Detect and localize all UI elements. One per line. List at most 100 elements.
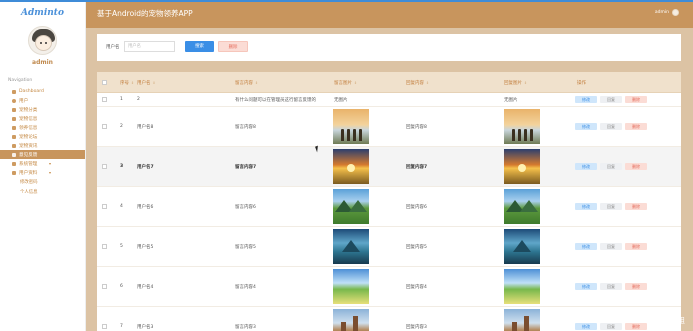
sidebar-item-system[interactable]: 系统管理 ▾	[0, 159, 85, 168]
cell-username: 2	[137, 97, 140, 102]
user-menu[interactable]: admin	[655, 9, 679, 16]
avatar[interactable]	[28, 26, 57, 55]
sidebar-item-dashboard[interactable]: Dashboard	[0, 87, 85, 96]
sidebar-item-feedback[interactable]: 意见反馈	[0, 150, 85, 159]
cell-index: 4	[120, 204, 123, 209]
chevron-down-icon: ▾	[48, 170, 51, 175]
sidebar-item-label: 宠物资讯	[19, 143, 38, 149]
row-actions: 修改 回复 删除	[575, 123, 647, 130]
table-row: 5 用户名5 留言内容5 回复内容5 修改 回复 删除	[97, 227, 681, 267]
user-name: admin	[654, 10, 669, 15]
delete-button[interactable]: 删除	[625, 283, 647, 290]
row-checkbox[interactable]	[102, 204, 107, 209]
reply-button[interactable]: 回复	[600, 96, 622, 103]
reply-button[interactable]: 回复	[600, 163, 622, 170]
sidebar-item-label: 宠物分类	[19, 107, 38, 113]
sidebar-item-pet-info[interactable]: 宠物信息	[0, 114, 85, 123]
message-image[interactable]	[333, 269, 369, 304]
sidebar-item-news[interactable]: 宠物资讯	[0, 141, 85, 150]
cell-reply: 回复内容4	[406, 285, 427, 290]
row-checkbox[interactable]	[102, 124, 107, 129]
row-actions: 修改 回复 删除	[575, 163, 647, 170]
sidebar-subitem-change-password[interactable]: 修改密码	[0, 177, 85, 187]
sidebar-item-adoption[interactable]: 领养信息	[0, 123, 85, 132]
table-header: 序号 ⇕ 用户名 ⇕ 留言内容 ⇕ 留言图片 ⇕ 回复内容 ⇕ 回复图片 ⇕ 操作	[97, 72, 681, 93]
sidebar-item-forum[interactable]: 宠物论坛	[0, 132, 85, 141]
bulk-delete-button[interactable]: 删除	[218, 41, 248, 52]
user-avatar-icon	[672, 9, 679, 16]
edit-button[interactable]: 修改	[575, 123, 597, 130]
sidebar-item-profile[interactable]: 用户资料 ▾	[0, 168, 85, 177]
column-header-index[interactable]: 序号 ⇕	[120, 80, 134, 86]
reply-image[interactable]	[504, 189, 540, 224]
cell-reply: 回复内容5	[406, 245, 427, 250]
reply-button[interactable]: 回复	[600, 323, 622, 330]
select-all-checkbox[interactable]	[102, 80, 107, 85]
grid-icon	[12, 143, 16, 148]
reply-button[interactable]: 回复	[600, 283, 622, 290]
home-icon	[12, 89, 16, 94]
reply-button[interactable]: 回复	[600, 243, 622, 250]
delete-button[interactable]: 删除	[625, 243, 647, 250]
edit-button[interactable]: 修改	[575, 323, 597, 330]
grid-icon	[12, 134, 16, 139]
profile-name: admin	[32, 59, 53, 66]
delete-button[interactable]: 删除	[625, 203, 647, 210]
row-checkbox[interactable]	[102, 284, 107, 289]
edit-button[interactable]: 修改	[575, 203, 597, 210]
delete-button[interactable]: 删除	[625, 96, 647, 103]
edit-button[interactable]: 修改	[575, 96, 597, 103]
cell-reply: 回复内容8	[406, 125, 427, 130]
nav-section-title: Navigation	[8, 78, 33, 83]
delete-button[interactable]: 删除	[625, 123, 647, 130]
sidebar-item-pet-category[interactable]: 宠物分类	[0, 105, 85, 114]
grid-icon	[12, 161, 16, 166]
username-label: 用户名	[106, 45, 120, 50]
message-image[interactable]	[333, 149, 369, 184]
reply-image[interactable]	[504, 149, 540, 184]
row-checkbox[interactable]	[102, 97, 107, 102]
grid-icon	[12, 152, 16, 157]
cell-index: 2	[120, 124, 123, 129]
sidebar-item-users[interactable]: 用户	[0, 96, 85, 105]
reply-image[interactable]	[504, 269, 540, 304]
edit-button[interactable]: 修改	[575, 243, 597, 250]
reply-image[interactable]	[504, 109, 540, 144]
sidebar-item-label: 用户资料	[19, 170, 38, 176]
app-logo[interactable]: Adminto	[0, 2, 85, 23]
row-checkbox[interactable]	[102, 324, 107, 329]
cell-index: 6	[120, 284, 123, 289]
sidebar-item-label: 宠物信息	[19, 116, 38, 122]
sidebar-item-label: 意见反馈	[19, 152, 38, 158]
table-row: 7 用户名3 留言内容3 回复内容3 修改 回复 删除	[97, 307, 681, 331]
row-checkbox[interactable]	[102, 244, 107, 249]
search-button[interactable]: 搜索	[185, 41, 214, 52]
delete-button[interactable]: 删除	[625, 163, 647, 170]
cell-username: 用户名7	[137, 165, 154, 170]
message-image[interactable]	[333, 189, 369, 224]
column-header-reply-image[interactable]: 回复图片 ⇕	[504, 80, 527, 86]
reply-image[interactable]	[504, 309, 540, 331]
cell-index: 7	[120, 324, 123, 329]
edit-button[interactable]: 修改	[575, 283, 597, 290]
watermark: CSDN @海灵学姐	[623, 316, 685, 325]
column-header-content[interactable]: 留言内容 ⇕	[235, 80, 258, 86]
edit-button[interactable]: 修改	[575, 163, 597, 170]
sidebar-subitem-personal-info[interactable]: 个人信息	[0, 187, 85, 197]
message-image[interactable]	[333, 309, 369, 331]
column-header-image[interactable]: 留言图片 ⇕	[334, 80, 357, 86]
grid-icon	[12, 107, 16, 112]
row-checkbox[interactable]	[102, 164, 107, 169]
reply-button[interactable]: 回复	[600, 123, 622, 130]
username-search-input[interactable]: 用户名	[124, 41, 175, 52]
reply-image[interactable]	[504, 229, 540, 264]
column-header-username[interactable]: 用户名 ⇕	[137, 80, 155, 86]
top-header: 基于Android的宠物领养APP admin	[86, 2, 693, 28]
chevron-down-icon: ▾	[48, 161, 51, 166]
message-image[interactable]	[333, 229, 369, 264]
sidebar-item-label: 宠物论坛	[19, 134, 38, 140]
column-header-reply[interactable]: 回复内容 ⇕	[406, 80, 429, 86]
reply-button[interactable]: 回复	[600, 203, 622, 210]
message-image[interactable]	[333, 109, 369, 144]
search-panel: 用户名 用户名 搜索 删除	[97, 34, 681, 61]
